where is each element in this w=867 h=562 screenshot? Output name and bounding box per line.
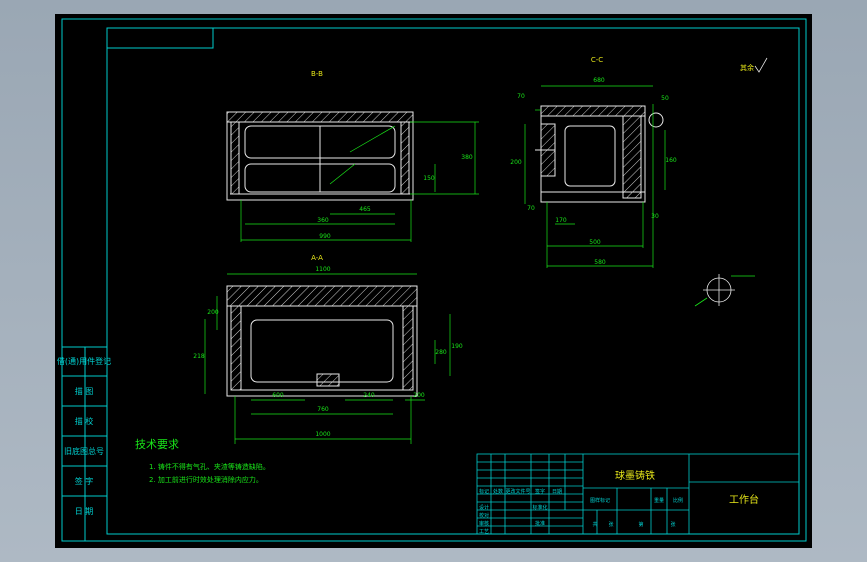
section-bb-dims: [240, 121, 479, 242]
section-bb-view: [226, 111, 414, 201]
section-aa-view: [226, 285, 418, 397]
dim-cc-5: 200: [510, 159, 522, 166]
header-4: 日期: [552, 489, 562, 495]
stage-label-2: 比例: [673, 497, 683, 504]
dim-bb-1: 465: [359, 206, 371, 213]
dim-cc-8: 500: [589, 239, 601, 246]
dim-aa-6: 200: [413, 392, 425, 399]
sub-label-0: 设计: [479, 504, 489, 511]
strip-cell-5: 日 期: [75, 507, 94, 516]
strip-cell-4: 签 字: [75, 476, 94, 486]
sheet-label-0: 共: [592, 521, 597, 528]
dim-bb-0: 360: [317, 217, 329, 224]
sub-label-1: 校对: [479, 512, 489, 519]
cad-drawing: 借(通)用件登记 描 图 描 校 旧底图总号 签 字 日 期 B-B 360 4…: [57, 18, 807, 542]
dim-bb-4: 150: [423, 175, 435, 182]
stage-label-1: 重量: [654, 497, 664, 504]
dim-cc-1: 70: [517, 93, 525, 100]
section-bb-label: B-B: [311, 70, 323, 78]
approval-label: 批准: [535, 520, 545, 527]
sheet-label-3: 张: [670, 521, 675, 528]
dim-cc-6: 70: [527, 205, 535, 212]
notes-line-2: 2. 加工前进行时效处理消除内应力。: [149, 475, 263, 484]
standard-label: 标准化: [532, 504, 547, 511]
sheet-label-1: 张: [608, 521, 613, 528]
dim-cc-4: 30: [651, 213, 659, 220]
strip-cell-0: 借(通)用件登记: [57, 356, 111, 366]
dim-aa-0: 1100: [315, 266, 330, 273]
dim-aa-8: 190: [451, 343, 463, 350]
strip-cell-2: 描 校: [75, 416, 94, 426]
dim-aa-4: 760: [317, 406, 329, 413]
notes-title: 技术要求: [135, 438, 179, 451]
section-cc-view: [535, 105, 664, 203]
section-aa-label: A-A: [311, 254, 323, 262]
section-cc-label: C-C: [591, 56, 603, 64]
dim-cc-3: 160: [665, 157, 677, 164]
corner-box: [106, 27, 214, 49]
stage-label-0: 图样标记: [590, 497, 610, 504]
header-0: 标记: [479, 488, 489, 495]
dim-aa-9: 200: [207, 309, 219, 316]
header-1: 处数: [493, 488, 503, 495]
sub-label-2: 审核: [479, 520, 489, 527]
dim-bb-3: 380: [461, 154, 473, 161]
header-3: 签字: [535, 488, 545, 495]
strip-cell-3: 旧底图总号: [64, 446, 104, 456]
header-2: 更改文件号: [505, 488, 530, 495]
drawing-sheet: 借(通)用件登记 描 图 描 校 旧底图总号 签 字 日 期 B-B 360 4…: [55, 14, 812, 548]
detail-view: [694, 274, 755, 307]
dim-aa-2: 1000: [315, 431, 330, 438]
dim-aa-3: 600: [272, 392, 284, 399]
dim-cc-7: 170: [555, 217, 567, 224]
roughness-symbol: [754, 57, 768, 73]
sub-label-3: 工艺: [479, 529, 489, 535]
dim-cc-9: 580: [594, 259, 606, 266]
dim-aa-1: 218: [193, 353, 205, 360]
dim-cc-2: 50: [661, 95, 669, 102]
part-name: 球墨铸铁: [615, 469, 655, 482]
dim-cc-0: 680: [593, 77, 605, 84]
drawing-name: 工作台: [729, 493, 759, 506]
inner-frame: [106, 27, 800, 535]
dim-aa-7: 280: [435, 349, 447, 356]
dim-bb-2: 990: [319, 233, 331, 240]
dim-aa-5: 240: [363, 392, 375, 399]
roughness-note: 其余: [740, 63, 754, 72]
sheet-label-2: 第: [638, 521, 643, 528]
strip-cell-1: 描 图: [75, 386, 94, 396]
notes-line-1: 1. 铸件不得有气孔、夹渣等铸造缺陷。: [149, 462, 270, 471]
